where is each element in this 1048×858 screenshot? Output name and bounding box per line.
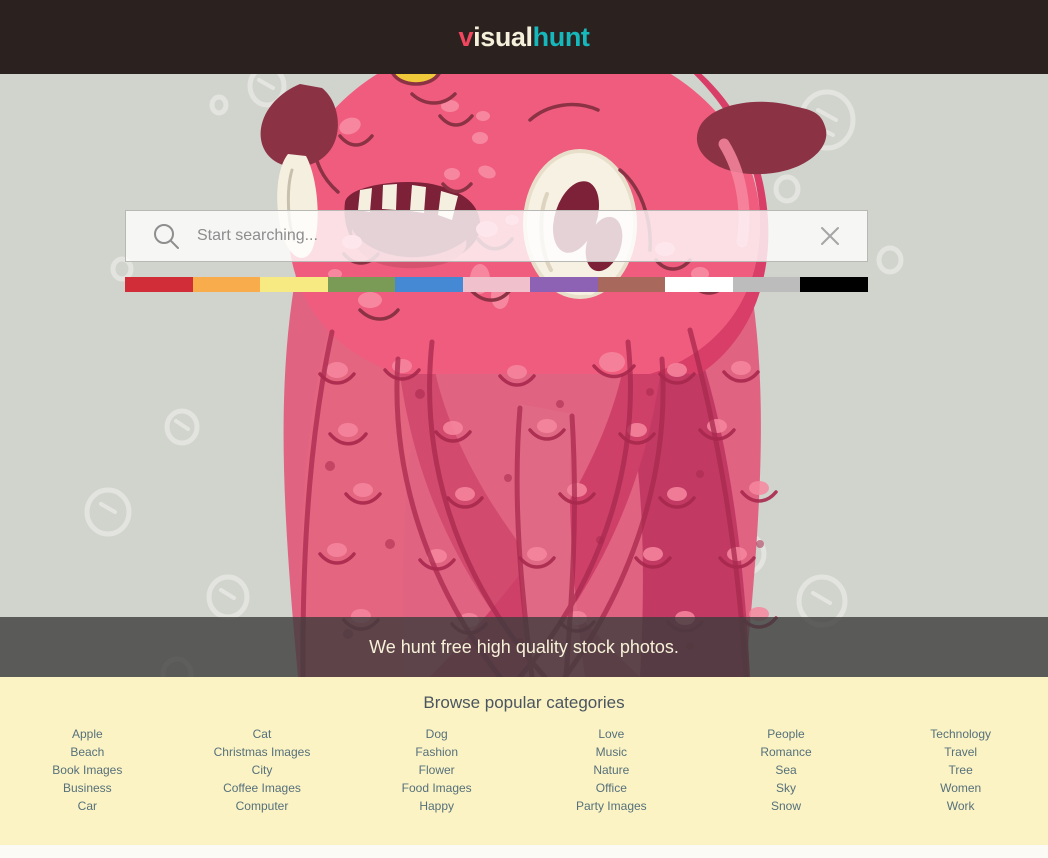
categories-title: Browse popular categories [423, 693, 625, 712]
category-link[interactable]: Food Images [402, 779, 472, 797]
color-swatch-red[interactable] [125, 277, 193, 292]
color-swatch-purple[interactable] [530, 277, 598, 292]
logo-part-isual: isual [473, 21, 533, 52]
category-link[interactable]: Sky [776, 779, 796, 797]
color-filter-bar [125, 277, 869, 292]
category-link[interactable]: Work [947, 797, 975, 815]
logo-part-v: v [458, 21, 474, 52]
search-input[interactable] [197, 227, 817, 245]
color-swatch-white[interactable] [665, 277, 733, 292]
category-link[interactable]: Cat [253, 725, 272, 743]
color-swatch-pink[interactable] [462, 277, 531, 292]
monster-illustration [0, 74, 1048, 677]
hero-section [0, 74, 1048, 677]
color-swatch-green[interactable] [327, 277, 396, 292]
category-link[interactable]: Music [596, 743, 627, 761]
color-swatch-yellow[interactable] [260, 277, 328, 292]
category-link[interactable]: Business [63, 779, 112, 797]
color-swatch-blue[interactable] [395, 277, 463, 292]
color-swatch-brown[interactable] [597, 277, 666, 292]
category-column: Technology Travel Tree Women Work [873, 725, 1048, 815]
category-link[interactable]: Coffee Images [223, 779, 301, 797]
search-icon [152, 222, 180, 250]
category-link[interactable]: Travel [944, 743, 977, 761]
tagline-text: We hunt free high quality stock photos. [369, 636, 679, 657]
category-link[interactable]: Car [78, 797, 97, 815]
category-link[interactable]: Love [598, 725, 624, 743]
category-link[interactable]: Book Images [52, 761, 122, 779]
category-link[interactable]: Flower [419, 761, 455, 779]
logo-part-hunt: hunt [532, 21, 590, 52]
site-header: visualhunt [0, 0, 1048, 74]
category-link[interactable]: Romance [760, 743, 811, 761]
category-link[interactable]: Sea [775, 761, 796, 779]
color-swatch-orange[interactable] [192, 277, 261, 292]
category-link[interactable]: Beach [70, 743, 104, 761]
category-column: Dog Fashion Flower Food Images Happy [349, 725, 524, 815]
category-link[interactable]: Computer [236, 797, 289, 815]
category-link[interactable]: Women [940, 779, 981, 797]
footer-strip [0, 845, 1048, 858]
category-link[interactable]: Apple [72, 725, 103, 743]
category-link[interactable]: People [767, 725, 804, 743]
category-column: People Romance Sea Sky Snow [699, 725, 874, 815]
category-column: Cat Christmas Images City Coffee Images … [175, 725, 350, 815]
category-link[interactable]: Snow [771, 797, 801, 815]
category-link[interactable]: Dog [426, 725, 448, 743]
category-link[interactable]: City [252, 761, 273, 779]
category-link[interactable]: Party Images [576, 797, 647, 815]
category-column: Apple Beach Book Images Business Car [0, 725, 175, 815]
category-link[interactable]: Christmas Images [214, 743, 311, 761]
categories-grid: Apple Beach Book Images Business Car Cat… [0, 725, 1048, 815]
category-link[interactable]: Tree [949, 761, 973, 779]
category-link[interactable]: Fashion [415, 743, 458, 761]
color-swatch-black[interactable] [800, 277, 869, 292]
tagline-band: We hunt free high quality stock photos. [0, 617, 1048, 677]
category-link[interactable]: Technology [930, 725, 991, 743]
close-icon[interactable] [817, 223, 843, 249]
site-logo[interactable]: visualhunt [458, 22, 589, 53]
color-swatch-gray[interactable] [732, 277, 801, 292]
category-column: Love Music Nature Office Party Images [524, 725, 699, 815]
category-link[interactable]: Office [596, 779, 627, 797]
search-container [125, 210, 868, 262]
category-link[interactable]: Happy [419, 797, 454, 815]
search-box[interactable] [125, 210, 868, 262]
categories-section: Browse popular categories Apple Beach Bo… [0, 677, 1048, 845]
category-link[interactable]: Nature [593, 761, 629, 779]
